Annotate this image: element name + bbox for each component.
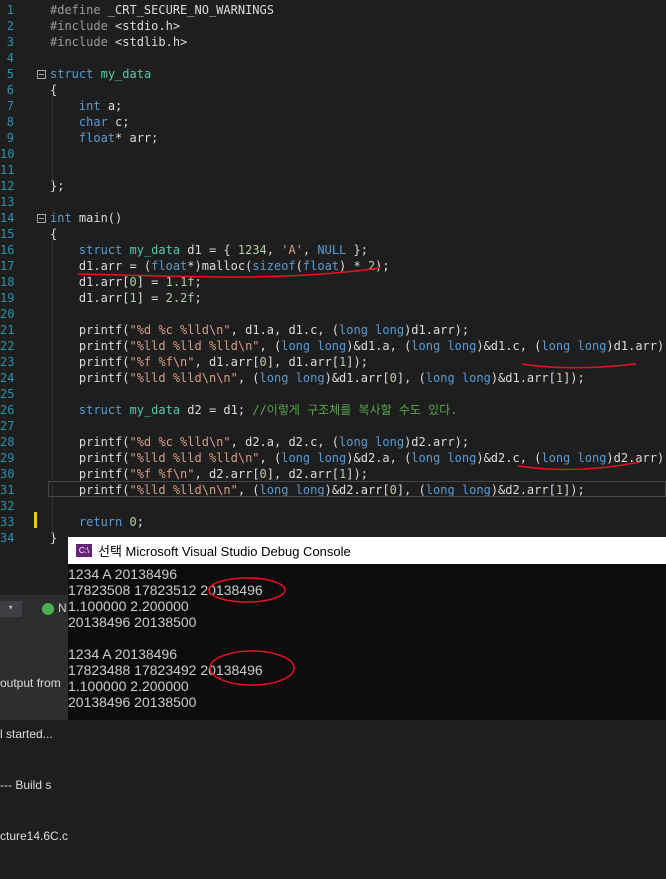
- console-line: 1234 A 20138496: [68, 646, 178, 662]
- code-line[interactable]: int a;: [50, 98, 122, 114]
- line-number: 34: [0, 531, 15, 545]
- collapse-main-icon[interactable]: [37, 214, 46, 223]
- status-check-icon: [42, 603, 54, 615]
- line-number: 14: [0, 211, 15, 225]
- line-number: 13: [0, 195, 15, 209]
- code-line[interactable]: struct my_data d1 = { 1234, 'A', NULL };: [50, 242, 368, 258]
- code-line[interactable]: printf("%f %f\n", d2.arr[0], d2.arr[1]);: [50, 466, 368, 482]
- output-line: --- Build s: [0, 778, 52, 792]
- line-number: 26: [0, 403, 15, 417]
- code-line[interactable]: printf("%f %f\n", d1.arr[0], d1.arr[1]);: [50, 354, 368, 370]
- line-number: 31: [0, 483, 15, 497]
- line-number: 8: [6, 115, 14, 129]
- code-line[interactable]: struct my_data d2 = d1; //이렇게 구조체를 복사할 수…: [50, 402, 458, 418]
- console-app-icon: C:\: [76, 544, 92, 557]
- line-number-gutter: 1 2 3 4 5 6 7 8 9 10 11 12 13 14 15 16 17 18 19 20 21 22 23 24 2…: [0, 0, 20, 545]
- line-number: 6: [6, 83, 14, 97]
- code-line[interactable]: d1.arr[0] = 1.1f;: [50, 274, 202, 290]
- line-number: 5: [6, 67, 14, 81]
- code-line[interactable]: printf("%lld %lld\n\n", (long long)&d1.a…: [50, 370, 585, 386]
- console-line: 20138496 20138500: [68, 694, 197, 710]
- line-number: 17: [0, 259, 15, 273]
- line-number: 1: [6, 3, 14, 17]
- line-number: 22: [0, 339, 15, 353]
- code-line[interactable]: #include <stdlib.h>: [50, 34, 187, 50]
- dropdown-icon[interactable]: ▾: [0, 601, 22, 617]
- console-line: 20138496 20138500: [68, 614, 197, 630]
- console-line: 17823488 17823492 20138496: [68, 662, 263, 678]
- console-line: 1234 A 20138496: [68, 566, 178, 582]
- line-number: 10: [0, 147, 15, 161]
- line-number: 20: [0, 307, 15, 321]
- line-number: 32: [0, 499, 15, 513]
- line-number: 30: [0, 467, 15, 481]
- collapse-struct-icon[interactable]: [37, 70, 46, 79]
- code-line[interactable]: printf("%d %c %lld\n", d1.a, d1.c, (long…: [50, 322, 469, 338]
- line-number: 9: [6, 131, 14, 145]
- output-line: cture14.6C.c: [0, 829, 69, 843]
- code-line[interactable]: struct my_data: [50, 66, 151, 82]
- code-line[interactable]: int main(): [50, 210, 122, 226]
- console-line: 1.100000 2.200000: [68, 678, 189, 694]
- line-number: 21: [0, 323, 15, 337]
- code-line[interactable]: d1.arr[1] = 2.2f;: [50, 290, 202, 306]
- console-line: 1.100000 2.200000: [68, 598, 189, 614]
- console-title: 선택 Microsoft Visual Studio Debug Console: [98, 544, 351, 559]
- console-output[interactable]: 1234 A 20138496 17823508 17823512 2013849…: [68, 564, 666, 710]
- line-number: 12: [0, 179, 15, 193]
- code-line[interactable]: char c;: [50, 114, 130, 130]
- indent-guide: [52, 232, 53, 536]
- line-number: 11: [0, 163, 15, 177]
- line-number: 2: [6, 19, 14, 33]
- line-number: 29: [0, 451, 15, 465]
- line-number: 23: [0, 355, 15, 369]
- line-number: 7: [6, 99, 14, 113]
- panel-item: N: [58, 601, 67, 615]
- code-line[interactable]: float* arr;: [50, 130, 158, 146]
- code-line[interactable]: printf("%d %c %lld\n", d2.a, d2.c, (long…: [50, 434, 469, 450]
- line-number: 27: [0, 419, 15, 433]
- line-number: 24: [0, 371, 15, 385]
- line-number: 25: [0, 387, 15, 401]
- line-number: 16: [0, 243, 15, 257]
- code-line[interactable]: #include <stdio.h>: [50, 18, 180, 34]
- debug-console-window[interactable]: C:\ 선택 Microsoft Visual Studio Debug Con…: [68, 537, 666, 720]
- console-line: 17823508 17823512 20138496: [68, 582, 263, 598]
- indent-guide: [52, 88, 53, 184]
- code-line[interactable]: printf("%lld %lld %lld\n", (long long)&d…: [50, 338, 666, 354]
- line-number: 4: [6, 51, 14, 65]
- code-editor[interactable]: 1 2 3 4 5 6 7 8 9 10 11 12 13 14 15 16 17 18 19 20 21 22 23 24 2…: [0, 0, 666, 545]
- code-line[interactable]: printf("%lld %lld %lld\n", (long long)&d…: [50, 450, 666, 466]
- line-number: 15: [0, 227, 15, 241]
- line-number: 19: [0, 291, 15, 305]
- console-title-bar[interactable]: C:\ 선택 Microsoft Visual Studio Debug Con…: [68, 537, 666, 564]
- left-output-panel: ▾ N output from l started... --- Build s…: [0, 595, 68, 843]
- code-line[interactable]: #define _CRT_SECURE_NO_WARNINGS: [50, 2, 274, 18]
- output-line: output from: [0, 676, 61, 690]
- code-line[interactable]: d1.arr = (float*)malloc(sizeof(float) * …: [50, 258, 390, 274]
- current-line-highlight: [48, 481, 666, 497]
- line-number: 3: [6, 35, 14, 49]
- output-line: l started...: [0, 727, 53, 741]
- line-number: 33: [0, 515, 15, 529]
- line-number: 28: [0, 435, 15, 449]
- line-number: 18: [0, 275, 15, 289]
- change-marker: [34, 512, 37, 528]
- code-line[interactable]: return 0;: [50, 514, 144, 530]
